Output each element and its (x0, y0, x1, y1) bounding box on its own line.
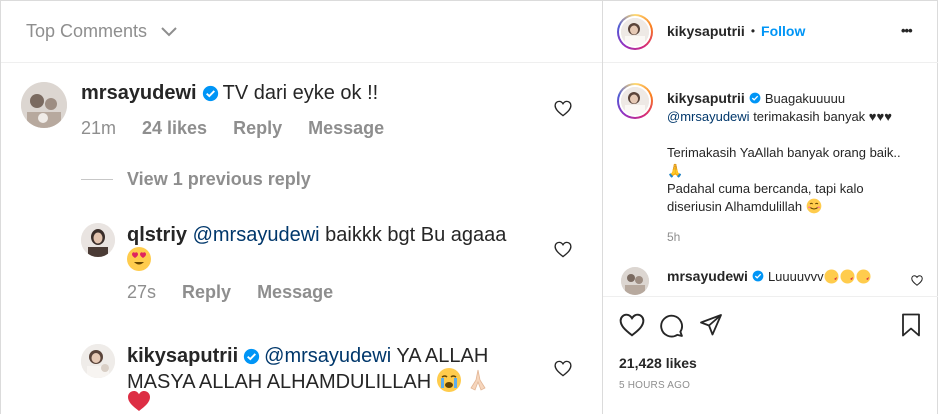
post-comment: mrsayudewi Luuuuvvv (667, 267, 872, 286)
reply-body: kikysaputrii @mrsayudewi YA ALLAH (127, 344, 488, 368)
more-options-icon[interactable]: ••• (901, 23, 913, 38)
verified-badge-icon (749, 92, 761, 104)
red-heart-emoji (128, 391, 150, 411)
story-ring[interactable] (617, 14, 653, 50)
reply-line (81, 179, 113, 180)
likes-count[interactable]: 21,428 likes (619, 355, 697, 371)
heart-icon[interactable] (554, 241, 572, 258)
avatar (621, 87, 649, 115)
reply-body-line2: MASYA ALLAH ALHAMDULILLAH (127, 368, 490, 394)
separator-dot: • (750, 24, 756, 38)
avatar (621, 18, 649, 46)
comment-username[interactable]: qlstriy (127, 224, 187, 246)
mention-link[interactable]: @mrsayudewi (264, 345, 391, 367)
caption-line: terimakasih banyak ♥♥♥ (753, 109, 892, 124)
comment-meta: 21m 24 likes Reply Message (81, 118, 384, 139)
divider (603, 296, 938, 297)
caption-time[interactable]: 5h (667, 230, 680, 244)
comment-icon[interactable] (659, 313, 684, 338)
heart-icon[interactable] (554, 360, 572, 377)
story-ring[interactable] (617, 83, 653, 119)
like-icon[interactable] (619, 313, 645, 337)
verified-badge-icon (752, 270, 764, 282)
top-comments-dropdown[interactable]: Top Comments (26, 21, 177, 42)
comment-text: TV dari eyke ok !! (222, 82, 379, 104)
post-timestamp[interactable]: 5 HOURS AGO (619, 380, 690, 391)
reply-meta: 27s Reply Message (127, 282, 333, 303)
mention-link[interactable]: @mrsayudewi (193, 224, 320, 246)
avatar[interactable] (21, 82, 67, 128)
emoji-line (127, 247, 151, 273)
reply-button[interactable]: Reply (233, 118, 282, 139)
chevron-down-icon (161, 26, 177, 36)
post-panel: kikysaputrii • Follow ••• kikysaputrii Bu… (602, 0, 938, 414)
save-icon[interactable] (901, 313, 921, 337)
verified-badge-icon (244, 348, 260, 365)
smiling-emoji (806, 198, 822, 214)
message-button[interactable]: Message (257, 282, 333, 303)
post-header: kikysaputrii • Follow ••• (603, 1, 938, 63)
comment-text: YA ALLAH (396, 345, 489, 367)
comment-likes[interactable]: 24 likes (142, 118, 207, 139)
mention-link[interactable]: @mrsayudewi (667, 109, 750, 124)
view-previous-reply-label: View 1 previous reply (127, 169, 311, 189)
avatar[interactable] (81, 223, 115, 257)
comments-panel: Top Comments mrsayudewi TV dari eyke ok !… (0, 0, 603, 414)
avatar[interactable] (621, 267, 649, 295)
message-button[interactable]: Message (308, 118, 384, 139)
caption-line: 🙏 (667, 163, 684, 178)
heart-icon[interactable] (554, 100, 572, 117)
comment-username[interactable]: kikysaputrii (127, 345, 238, 367)
kissing-emoji (824, 269, 871, 284)
avatar[interactable] (81, 344, 115, 378)
post-author-username[interactable]: kikysaputrii (667, 23, 745, 39)
comment-time[interactable]: 21m (81, 118, 116, 139)
comment-body: mrsayudewi TV dari eyke ok !! (81, 81, 378, 105)
comment-text: Luuuuvvv (767, 269, 824, 284)
heart-eyes-emoji (127, 247, 151, 271)
view-previous-reply-button[interactable]: View 1 previous reply (81, 169, 311, 190)
pray-emoji (466, 368, 490, 392)
caption-line: Padahal cuma bercanda, tapi kalo (667, 181, 864, 196)
heart-icon[interactable] (911, 275, 923, 286)
follow-button[interactable]: Follow (761, 23, 805, 39)
crying-emoji (436, 368, 461, 392)
divider (1, 62, 603, 63)
reply-button[interactable]: Reply (182, 282, 231, 303)
emoji-line (127, 390, 151, 414)
verified-badge-icon (202, 85, 218, 102)
share-icon[interactable] (699, 313, 723, 337)
caption-line: Buagakuuuuu (764, 91, 846, 106)
comment-time[interactable]: 27s (127, 282, 156, 303)
caption-username[interactable]: kikysaputrii (667, 90, 745, 106)
caption-line: Terimakasih YaAllah banyak orang baik.. (667, 145, 901, 160)
caption: kikysaputrii Buagakuuuuu @mrsayudewi teri… (667, 89, 927, 216)
comment-text: baikkk bgt Bu agaaa (325, 224, 507, 246)
reply-body: qlstriy @mrsayudewi baikkk bgt Bu agaaa (127, 223, 506, 247)
comment-username[interactable]: mrsayudewi (81, 82, 197, 104)
caption-line: diseriusin Alhamdulillah (667, 199, 803, 214)
comment-text: MASYA ALLAH ALHAMDULILLAH (127, 371, 432, 393)
top-comments-label: Top Comments (26, 21, 148, 41)
comment-username[interactable]: mrsayudewi (667, 268, 748, 284)
